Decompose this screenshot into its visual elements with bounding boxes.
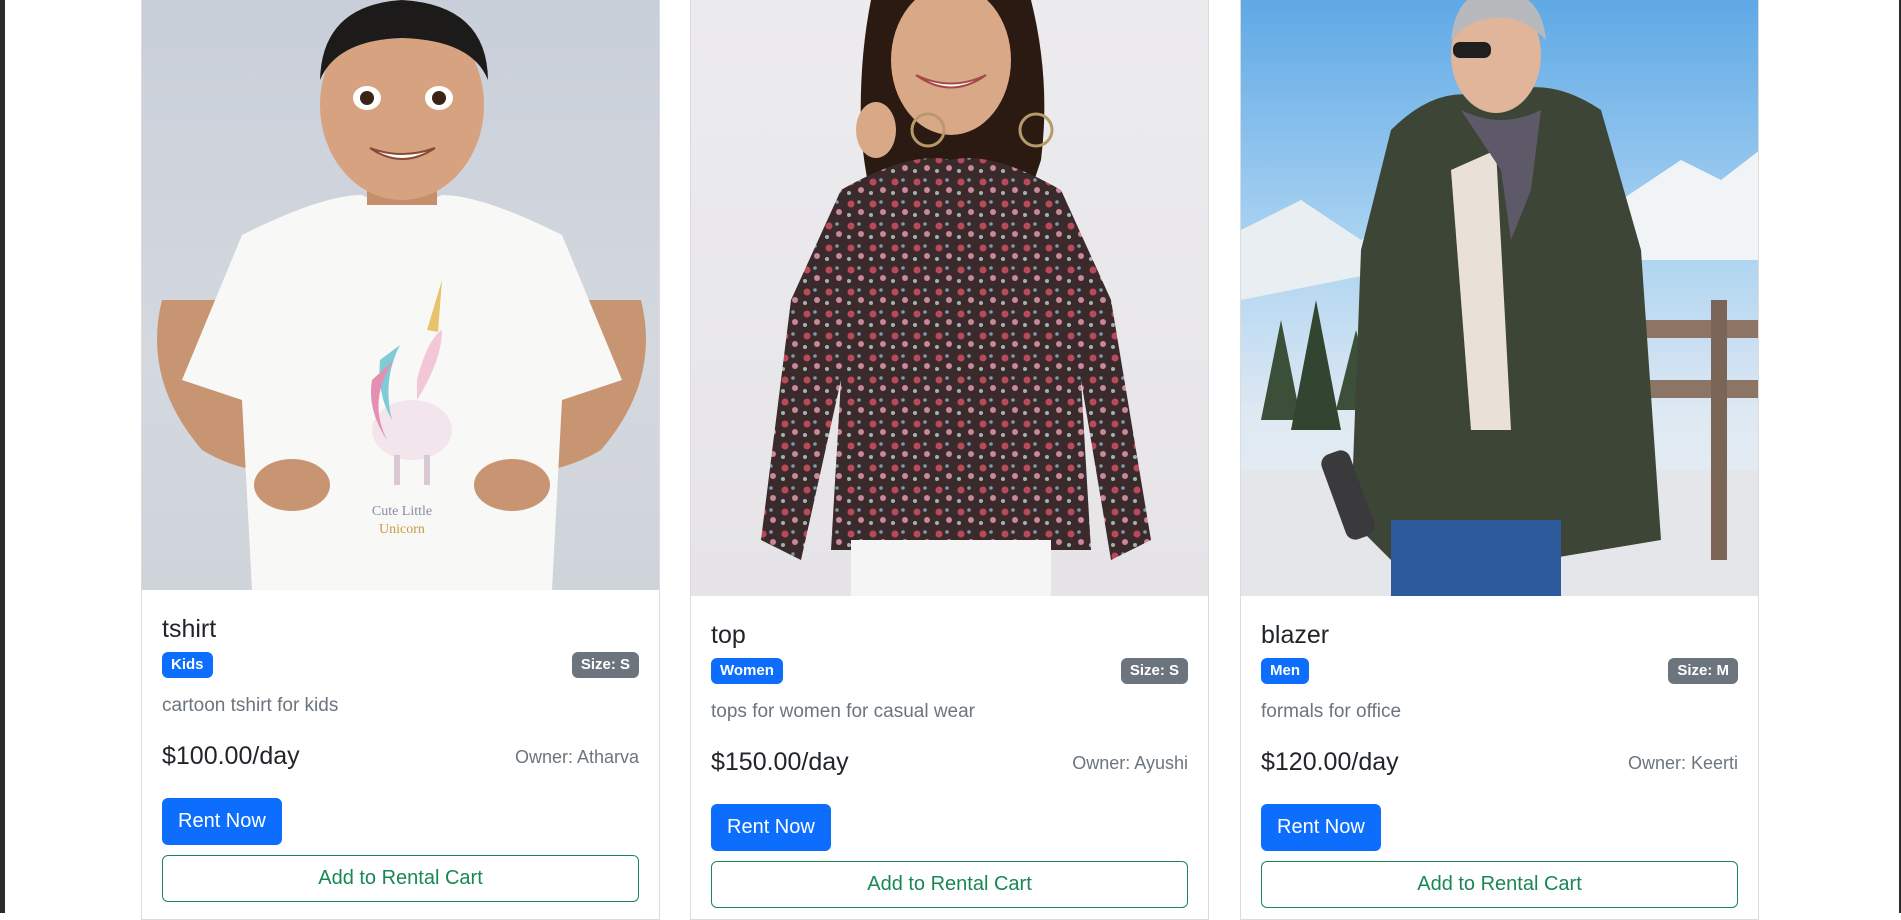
product-title: tshirt xyxy=(162,615,217,643)
product-price: $100.00/day xyxy=(162,742,300,770)
size-badge: Size: S xyxy=(571,652,639,678)
product-description: cartoon tshirt for kids xyxy=(162,695,339,716)
card-body: blazer Men Size: M formals for office $1… xyxy=(1241,620,1758,908)
product-card-blazer: blazer Men Size: M formals for office $1… xyxy=(1240,0,1759,920)
product-photo-kid-tshirt: Cute Little Unicorn xyxy=(157,0,646,590)
product-card-top: top Women Size: S tops for women for cas… xyxy=(690,0,1209,920)
price-row: $100.00/day Owner: Atharva xyxy=(162,740,639,772)
category-badge: Men xyxy=(1261,658,1309,684)
size-badge: Size: M xyxy=(1668,658,1738,684)
category-badge: Kids xyxy=(162,652,213,678)
product-title: blazer xyxy=(1261,621,1330,649)
badge-row: Men Size: M xyxy=(1261,658,1738,684)
product-description: formals for office xyxy=(1261,701,1402,722)
rent-now-button[interactable]: Rent Now xyxy=(1261,804,1381,851)
badge-row: Women Size: S xyxy=(711,658,1188,684)
badge-row: Kids Size: S xyxy=(162,652,639,678)
card-body: tshirt Kids Size: S cartoon tshirt for k… xyxy=(142,614,659,902)
product-owner: Owner: Keerti xyxy=(1627,753,1738,773)
product-price: $120.00/day xyxy=(1261,748,1399,776)
price-row: $150.00/day Owner: Ayushi xyxy=(711,746,1188,778)
product-grid: Cute Little Unicorn tshirt Kids Size: S … xyxy=(0,0,1901,920)
product-price: $150.00/day xyxy=(711,748,849,776)
product-image[interactable]: Cute Little Unicorn xyxy=(142,0,659,590)
product-card-tshirt: Cute Little Unicorn tshirt Kids Size: S … xyxy=(141,0,660,920)
product-image[interactable] xyxy=(691,0,1208,596)
add-to-rental-cart-button[interactable]: Add to Rental Cart xyxy=(162,855,639,902)
shirt-print-line-2: Unicorn xyxy=(379,522,425,537)
rent-now-button[interactable]: Rent Now xyxy=(162,798,282,845)
product-photo-woman-top xyxy=(761,0,1151,596)
window-edge-left xyxy=(0,0,5,913)
price-row: $120.00/day Owner: Keerti xyxy=(1261,746,1738,778)
product-owner: Owner: Atharva xyxy=(514,747,639,767)
size-badge: Size: S xyxy=(1120,658,1188,684)
shirt-print-line-1: Cute Little xyxy=(372,504,432,519)
card-body: top Women Size: S tops for women for cas… xyxy=(691,620,1208,908)
product-owner: Owner: Ayushi xyxy=(1072,753,1188,773)
product-photo-man-jacket xyxy=(1241,0,1758,596)
product-title: top xyxy=(711,621,746,649)
product-description: tops for women for casual wear xyxy=(711,701,976,722)
add-to-rental-cart-button[interactable]: Add to Rental Cart xyxy=(711,861,1188,908)
rent-now-button[interactable]: Rent Now xyxy=(711,804,831,851)
product-image[interactable] xyxy=(1241,0,1758,596)
category-badge: Women xyxy=(711,658,783,684)
add-to-rental-cart-button[interactable]: Add to Rental Cart xyxy=(1261,861,1738,908)
